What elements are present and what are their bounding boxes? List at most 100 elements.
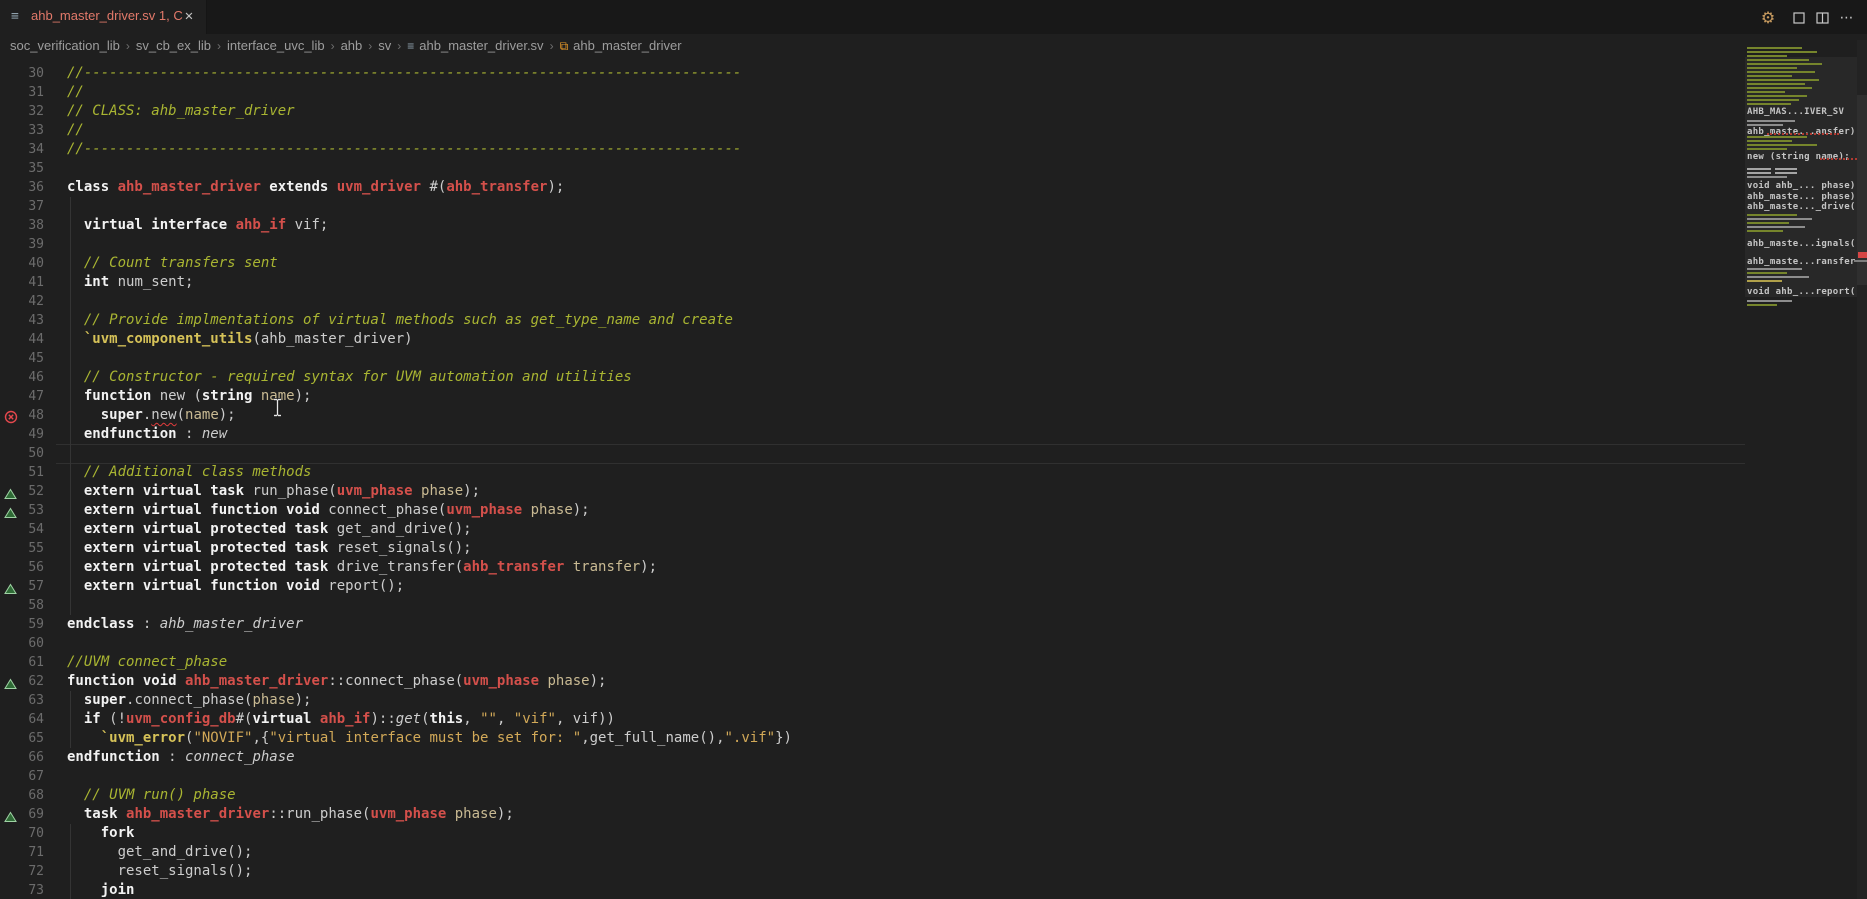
breadcrumb-item-ahb[interactable]: ahb bbox=[341, 38, 363, 53]
error-gutter-icon[interactable] bbox=[4, 409, 18, 423]
code-editor[interactable]: 30//------------------------------------… bbox=[0, 57, 1867, 899]
breadcrumb: soc_verification_lib›sv_cb_ex_lib›interf… bbox=[0, 34, 1867, 57]
code-line-72[interactable]: 72 reset_signals(); bbox=[0, 862, 1745, 881]
minimap-code-row bbox=[1747, 176, 1787, 178]
minimap-code-row bbox=[1747, 218, 1812, 220]
code-line-73[interactable]: 73 join bbox=[0, 881, 1745, 899]
line-number: 58 bbox=[0, 596, 44, 615]
code-line-57[interactable]: 57 extern virtual function void report()… bbox=[0, 577, 1745, 596]
code-text: fork bbox=[67, 824, 134, 843]
code-line-37[interactable]: 37 bbox=[0, 197, 1745, 216]
code-line-50[interactable]: 50 bbox=[0, 444, 1745, 463]
breadcrumb-item-sv-cb-ex-lib[interactable]: sv_cb_ex_lib bbox=[136, 38, 211, 53]
definition-gutter-icon[interactable] bbox=[4, 504, 18, 518]
mouse-ibeam-cursor bbox=[272, 398, 283, 421]
code-line-64[interactable]: 64 if (!uvm_config_db#(virtual ahb_if)::… bbox=[0, 710, 1745, 729]
code-line-35[interactable]: 35 bbox=[0, 159, 1745, 178]
gear-icon[interactable]: ⚙ bbox=[1758, 9, 1778, 27]
open-changes-icon[interactable] bbox=[1789, 9, 1809, 27]
definition-gutter-icon[interactable] bbox=[4, 580, 18, 594]
code-line-66[interactable]: 66endfunction : connect_phase bbox=[0, 748, 1745, 767]
code-line-32[interactable]: 32// CLASS: ahb_master_driver bbox=[0, 102, 1745, 121]
code-line-61[interactable]: 61//UVM connect_phase bbox=[0, 653, 1745, 672]
breadcrumb-label: ahb_master_driver.sv bbox=[419, 38, 543, 53]
code-line-34[interactable]: 34//------------------------------------… bbox=[0, 140, 1745, 159]
minimap[interactable]: AHB_MAS...IVER_SVahb_maste...ansfer);new… bbox=[1745, 40, 1857, 899]
tab-ahb-master-driver[interactable]: ≡ ahb_master_driver.sv 1, C ✕ bbox=[0, 0, 207, 34]
breadcrumb-separator: › bbox=[217, 39, 221, 53]
minimap-code-row bbox=[1747, 67, 1797, 69]
minimap-code-row bbox=[1747, 214, 1797, 216]
code-line-53[interactable]: 53 extern virtual function void connect_… bbox=[0, 501, 1745, 520]
code-line-56[interactable]: 56 extern virtual protected task drive_t… bbox=[0, 558, 1745, 577]
code-text: super.connect_phase(phase); bbox=[67, 691, 311, 710]
line-number: 60 bbox=[0, 634, 44, 653]
code-line-44[interactable]: 44 `uvm_component_utils(ahb_master_drive… bbox=[0, 330, 1745, 349]
code-line-43[interactable]: 43 // Provide implmentations of virtual … bbox=[0, 311, 1745, 330]
code-line-42[interactable]: 42 bbox=[0, 292, 1745, 311]
code-line-51[interactable]: 51 // Additional class methods bbox=[0, 463, 1745, 482]
code-line-58[interactable]: 58 bbox=[0, 596, 1745, 615]
line-number: 61 bbox=[0, 653, 44, 672]
minimap-code-row bbox=[1747, 272, 1787, 274]
minimap-section-label: void ahb_... phase); bbox=[1747, 181, 1861, 191]
minimap-code-row bbox=[1747, 136, 1807, 138]
definition-gutter-icon[interactable] bbox=[4, 485, 18, 499]
line-number: 42 bbox=[0, 292, 44, 311]
minimap-section-label: ahb_maste..._drive(); bbox=[1747, 202, 1867, 212]
code-line-41[interactable]: 41 int num_sent; bbox=[0, 273, 1745, 292]
code-line-48[interactable]: 48 super.new(name); bbox=[0, 406, 1745, 425]
minimap-code-row bbox=[1747, 168, 1771, 170]
breadcrumb-item-interface-uvc-lib[interactable]: interface_uvc_lib bbox=[227, 38, 325, 53]
line-number: 63 bbox=[0, 691, 44, 710]
code-line-69[interactable]: 69 task ahb_master_driver::run_phase(uvm… bbox=[0, 805, 1745, 824]
split-editor-icon[interactable] bbox=[1812, 9, 1832, 27]
line-number: 44 bbox=[0, 330, 44, 349]
code-line-47[interactable]: 47 function new (string name); bbox=[0, 387, 1745, 406]
code-line-52[interactable]: 52 extern virtual task run_phase(uvm_pha… bbox=[0, 482, 1745, 501]
code-text: extern virtual function void report(); bbox=[67, 577, 404, 596]
code-line-31[interactable]: 31// bbox=[0, 83, 1745, 102]
code-line-38[interactable]: 38 virtual interface ahb_if vif; bbox=[0, 216, 1745, 235]
definition-gutter-icon[interactable] bbox=[4, 675, 18, 689]
minimap-code-row bbox=[1747, 71, 1815, 73]
code-line-63[interactable]: 63 super.connect_phase(phase); bbox=[0, 691, 1745, 710]
minimap-code-row bbox=[1747, 51, 1817, 53]
breadcrumb-item-ahb-master-driver[interactable]: ⧉ahb_master_driver bbox=[560, 38, 682, 54]
breadcrumb-item-sv[interactable]: sv bbox=[378, 38, 391, 53]
breadcrumb-item-soc-verification-lib[interactable]: soc_verification_lib bbox=[10, 38, 120, 53]
line-number: 43 bbox=[0, 311, 44, 330]
code-line-68[interactable]: 68 // UVM run() phase bbox=[0, 786, 1745, 805]
minimap-code-row bbox=[1747, 59, 1809, 61]
code-line-67[interactable]: 67 bbox=[0, 767, 1745, 786]
code-line-55[interactable]: 55 extern virtual protected task reset_s… bbox=[0, 539, 1745, 558]
code-line-45[interactable]: 45 bbox=[0, 349, 1745, 368]
minimap-section-label: void ahb_...report(); bbox=[1747, 287, 1867, 297]
code-text: get_and_drive(); bbox=[67, 843, 252, 862]
minimap-code-row bbox=[1747, 280, 1782, 282]
code-line-65[interactable]: 65 `uvm_error("NOVIF",{"virtual interfac… bbox=[0, 729, 1745, 748]
code-text: `uvm_error("NOVIF",{"virtual interface m… bbox=[67, 729, 792, 748]
scrollbar-grip[interactable] bbox=[1854, 260, 1867, 262]
more-actions-icon[interactable]: ⋯ bbox=[1837, 9, 1857, 27]
code-line-54[interactable]: 54 extern virtual protected task get_and… bbox=[0, 520, 1745, 539]
code-line-71[interactable]: 71 get_and_drive(); bbox=[0, 843, 1745, 862]
code-text: // bbox=[67, 121, 84, 140]
code-line-40[interactable]: 40 // Count transfers sent bbox=[0, 254, 1745, 273]
code-line-33[interactable]: 33// bbox=[0, 121, 1745, 140]
definition-gutter-icon[interactable] bbox=[4, 808, 18, 822]
close-icon[interactable]: ✕ bbox=[181, 8, 197, 24]
breadcrumb-item-ahb-master-driver-sv[interactable]: ≡ahb_master_driver.sv bbox=[407, 38, 543, 53]
code-line-46[interactable]: 46 // Constructor - required syntax for … bbox=[0, 368, 1745, 387]
minimap-code-row bbox=[1747, 55, 1787, 57]
code-line-59[interactable]: 59endclass : ahb_master_driver bbox=[0, 615, 1745, 634]
code-line-62[interactable]: 62function void ahb_master_driver::conne… bbox=[0, 672, 1745, 691]
code-line-60[interactable]: 60 bbox=[0, 634, 1745, 653]
code-line-70[interactable]: 70 fork bbox=[0, 824, 1745, 843]
code-text: // UVM run() phase bbox=[67, 786, 236, 805]
code-line-36[interactable]: 36class ahb_master_driver extends uvm_dr… bbox=[0, 178, 1745, 197]
code-line-30[interactable]: 30//------------------------------------… bbox=[0, 64, 1745, 83]
code-line-49[interactable]: 49 endfunction : new bbox=[0, 425, 1745, 444]
code-line-39[interactable]: 39 bbox=[0, 235, 1745, 254]
line-number: 45 bbox=[0, 349, 44, 368]
